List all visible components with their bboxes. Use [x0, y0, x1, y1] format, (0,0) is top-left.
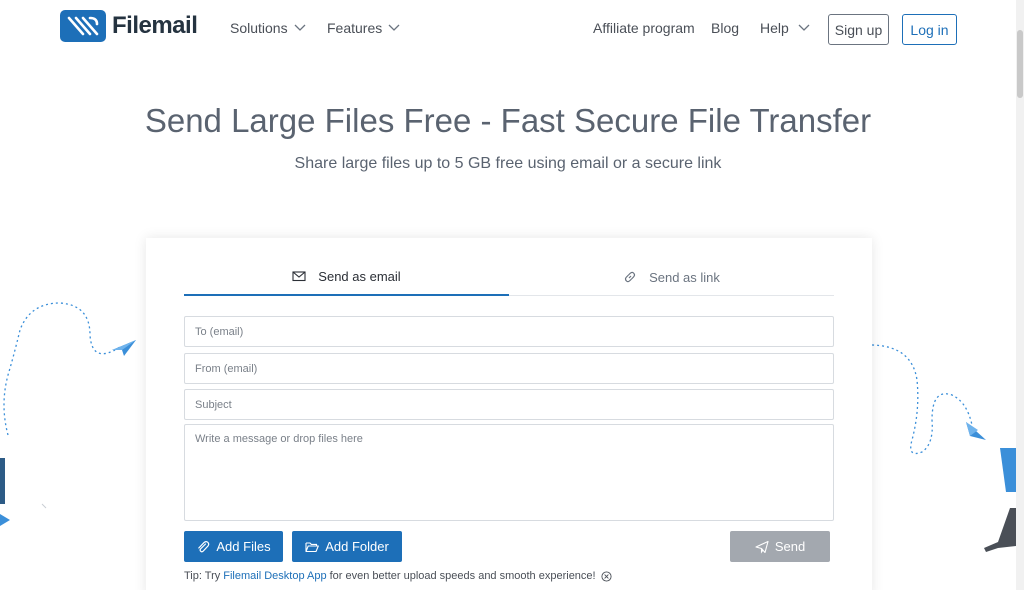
subject-input[interactable]: Subject	[184, 389, 834, 420]
add-folder-label: Add Folder	[325, 539, 389, 554]
nav-affiliate-label: Affiliate program	[593, 20, 695, 36]
person-figure-left-decoration	[0, 458, 47, 526]
add-files-label: Add Files	[216, 539, 271, 554]
nav-blog[interactable]: Blog	[711, 20, 739, 36]
paperclip-icon	[198, 540, 210, 552]
tab-send-as-link-label: Send as link	[649, 269, 720, 285]
tip-prefix: Tip: Try	[184, 570, 221, 582]
nav-solutions-label: Solutions	[230, 20, 288, 36]
folder-open-icon	[305, 541, 320, 552]
nav-features[interactable]: Features	[327, 20, 400, 36]
tab-send-as-email[interactable]: Send as email	[184, 258, 509, 296]
nav-features-label: Features	[327, 20, 383, 36]
dotted-flight-path-left-decoration	[3, 302, 121, 436]
paper-plane-left-icon	[112, 340, 136, 356]
nav-affiliate-program[interactable]: Affiliate program	[593, 20, 695, 36]
tip-suffix: for even better upload speeds and smooth…	[329, 570, 596, 582]
page-title: Send Large Files Free - Fast Secure File…	[144, 102, 872, 139]
page-subtitle: Share large files up to 5 GB free using …	[294, 155, 722, 172]
person-figure-right-decoration	[984, 448, 1016, 552]
page-scrollbar[interactable]	[1016, 0, 1024, 590]
send-mode-tabs: Send as email Send as link	[184, 258, 834, 296]
message-textarea[interactable]: Write a message or drop files here	[184, 424, 834, 521]
filemail-desktop-app-link[interactable]: Filemail Desktop App	[223, 570, 326, 582]
nav-help-label: Help	[760, 20, 789, 36]
link-icon	[624, 271, 636, 283]
desktop-app-tip: Tip: Try Filemail Desktop App for even b…	[184, 570, 612, 582]
scrollbar-thumb[interactable]	[1017, 30, 1023, 98]
send-button[interactable]: Send	[730, 531, 830, 562]
chevron-down-icon	[388, 24, 400, 31]
add-files-button[interactable]: Add Files	[184, 531, 283, 562]
log-in-button[interactable]: Log in	[902, 14, 957, 45]
nav-solutions[interactable]: Solutions	[230, 20, 306, 36]
tab-send-as-link[interactable]: Send as link	[509, 258, 834, 296]
nav-blog-label: Blog	[711, 20, 740, 36]
nav-help[interactable]: Help	[760, 20, 810, 36]
sign-up-button[interactable]: Sign up	[828, 14, 889, 45]
upload-form-card: Send as email Send as link To (email) Fr…	[146, 238, 872, 590]
close-circle-icon[interactable]	[601, 570, 612, 582]
paperclip-logo-icon	[60, 10, 106, 42]
chevron-down-icon	[294, 24, 306, 31]
envelope-icon	[292, 271, 306, 282]
paper-plane-right-icon	[966, 422, 986, 440]
site-header: Filemail Solutions Features Affiliate pr…	[0, 0, 1016, 58]
tab-send-as-email-label: Send as email	[318, 268, 401, 284]
logo-text: Filemail	[112, 12, 198, 39]
send-label: Send	[774, 539, 806, 554]
from-email-input[interactable]: From (email)	[184, 353, 834, 384]
filemail-logo[interactable]: Filemail	[60, 10, 198, 42]
add-folder-button[interactable]: Add Folder	[292, 531, 402, 562]
chevron-down-icon	[798, 24, 810, 31]
to-email-input[interactable]: To (email)	[184, 316, 834, 347]
paper-plane-icon	[755, 540, 769, 554]
